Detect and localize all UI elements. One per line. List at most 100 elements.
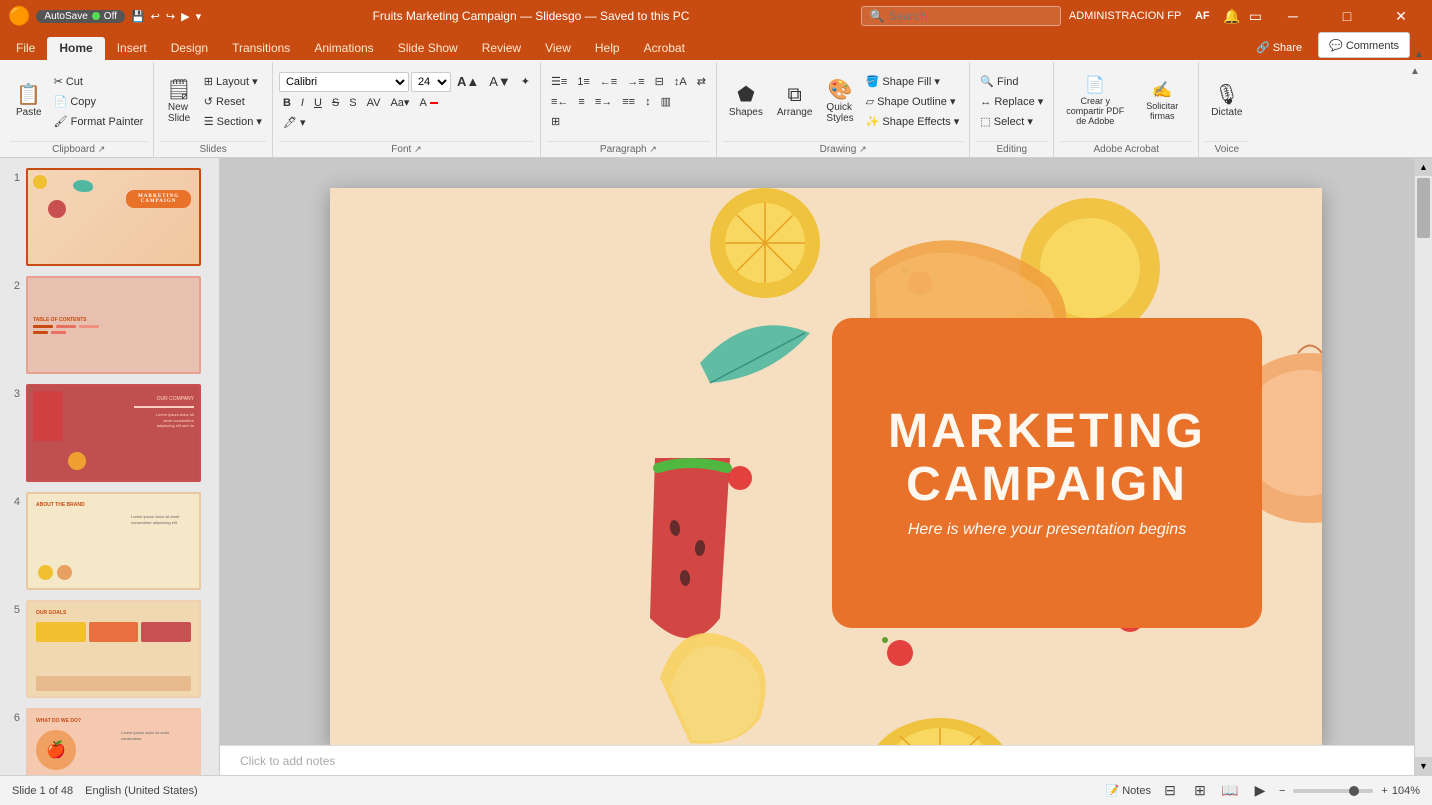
tab-transitions[interactable]: Transitions [220,37,302,60]
font-size-select[interactable]: 24 [411,72,451,92]
tab-insert[interactable]: Insert [105,37,159,60]
tab-slideshow[interactable]: Slide Show [386,37,470,60]
notifications-icon[interactable]: 🔔 [1223,8,1240,25]
ribbon-display-icon[interactable]: ▭ [1249,8,1262,25]
global-search[interactable]: 🔍 [861,6,1061,26]
smart-art-button[interactable]: ⊞ [547,113,564,131]
copy-button[interactable]: 📄 Copy [50,93,148,111]
numbering-button[interactable]: 1≡ [573,73,594,91]
minimize-button[interactable]: ─ [1270,0,1316,32]
ribbon-expand-icon[interactable]: ▲ [1410,62,1428,157]
section-button[interactable]: ☰ Section ▾ [200,113,266,131]
shape-effects-button[interactable]: ✨ Shape Effects ▾ [862,113,964,131]
italic-button[interactable]: I [297,94,308,112]
dictate-button[interactable]: 🎙 Dictate [1205,73,1248,131]
slide-image-6[interactable]: WHAT DO WE DO? 🍎 Lorem ipsum dolor sit a… [26,708,201,775]
increase-font-button[interactable]: A▲ [453,73,483,91]
font-color-button[interactable]: A [415,94,441,112]
request-signatures-button[interactable]: ✍ Solicitar firmas [1132,73,1192,131]
redo-button[interactable]: ↪ [166,10,175,23]
presenter-view-button[interactable]: ▶ [1249,780,1271,802]
slide-thumb-3[interactable]: 3 OUR COMPANY Lorem ipsum dolor sitamet … [4,382,215,484]
underline-button[interactable]: U [310,94,326,112]
columns-button[interactable]: ⊟ [651,73,668,91]
paste-button[interactable]: 📋 Paste [10,73,48,131]
highlight-button[interactable]: 🖊 ▾ [279,114,310,132]
text-direction-button[interactable]: ↕A [670,73,691,91]
tab-design[interactable]: Design [159,37,220,60]
user-avatar[interactable]: AF [1189,3,1215,29]
vertical-scrollbar[interactable]: ▲ ▼ [1414,158,1432,775]
columns2-button[interactable]: ▥ [657,93,675,111]
shape-fill-button[interactable]: 🪣 Shape Fill ▾ [862,73,964,91]
line-spacing-button[interactable]: ↕ [641,93,655,111]
convert-button[interactable]: ⇄ [693,73,710,91]
zoom-slider[interactable] [1293,789,1373,793]
scroll-down-button[interactable]: ▼ [1415,757,1432,775]
create-pdf-button[interactable]: 📄 Crear y compartir PDF de Adobe [1060,73,1130,131]
slide-image-1[interactable]: MARKETINGCAMPAIGN [26,168,201,266]
scroll-track[interactable] [1415,176,1432,757]
ribbon-collapse-button[interactable]: ▲ [1410,49,1428,60]
justify-button[interactable]: ≡≡ [618,93,639,111]
search-input[interactable] [889,9,1029,23]
slide-thumb-2[interactable]: 2 TABLE OF CONTENTS [4,274,215,376]
customize-qat-button[interactable]: ▾ [196,10,202,23]
strikethrough-button[interactable]: S [328,94,343,112]
slide-thumb-5[interactable]: 5 OUR GOALS [4,598,215,700]
decrease-font-button[interactable]: A▼ [485,73,515,91]
select-button[interactable]: ⬚ Select ▾ [976,113,1047,131]
autosave-badge[interactable]: AutoSave Off [36,10,125,23]
align-left-button[interactable]: ≡← [547,93,572,111]
tab-home[interactable]: Home [47,37,104,60]
slide-thumb-6[interactable]: 6 WHAT DO WE DO? 🍎 Lorem ipsum dolor sit… [4,706,215,775]
tab-acrobat[interactable]: Acrobat [632,37,697,60]
reset-button[interactable]: ↺ Reset [200,93,266,111]
notes-button[interactable]: 📝 Notes [1106,784,1151,797]
slide-image-5[interactable]: OUR GOALS [26,600,201,698]
maximize-button[interactable]: □ [1324,0,1370,32]
zoom-out-button[interactable]: − [1279,785,1285,797]
shadow-button[interactable]: S [345,94,360,112]
share-button[interactable]: 🔗 Share [1244,34,1314,60]
slide-sorter-button[interactable]: ⊞ [1189,780,1211,802]
reading-view-button[interactable]: 📖 [1219,780,1241,802]
replace-button[interactable]: ↔ Replace ▾ [976,93,1047,111]
arrange-button[interactable]: ⧉ Arrange [771,73,819,131]
layout-button[interactable]: ⊞ Layout ▾ [200,73,266,91]
quick-styles-button[interactable]: 🎨 QuickStyles [820,73,859,131]
normal-view-button[interactable]: ⊟ [1159,780,1181,802]
zoom-thumb[interactable] [1349,786,1359,796]
align-right-button[interactable]: ≡→ [591,93,616,111]
present-button[interactable]: ▶ [181,10,189,23]
scroll-up-button[interactable]: ▲ [1415,158,1432,176]
new-slide-button[interactable]: 🗒 NewSlide [160,73,197,131]
undo-button[interactable]: ↩ [151,10,160,23]
slide-image-4[interactable]: ABOUT THE BRAND Lorem ipsum dolor sit am… [26,492,201,590]
bullets-button[interactable]: ☰≡ [547,73,571,91]
slide-image-3[interactable]: OUR COMPANY Lorem ipsum dolor sitamet co… [26,384,201,482]
tab-review[interactable]: Review [470,37,533,60]
slide-thumb-4[interactable]: 4 ABOUT THE BRAND Lorem ipsum dolor sit … [4,490,215,592]
increase-indent-button[interactable]: →≡ [623,73,648,91]
decrease-indent-button[interactable]: ←≡ [596,73,621,91]
spacing-button[interactable]: AV [363,94,385,112]
clear-formatting-button[interactable]: ✦ [517,73,534,91]
close-button[interactable]: ✕ [1378,0,1424,32]
slide-image-2[interactable]: TABLE OF CONTENTS [26,276,201,374]
shapes-button[interactable]: ⬟ Shapes [723,73,769,131]
scroll-thumb[interactable] [1417,178,1430,238]
shape-outline-button[interactable]: ▱ Shape Outline ▾ [862,93,964,111]
tab-file[interactable]: File [4,37,47,60]
format-painter-button[interactable]: 🖌 Format Painter [50,113,148,131]
tab-help[interactable]: Help [583,37,632,60]
tab-view[interactable]: View [533,37,583,60]
font-name-select[interactable]: Calibri [279,72,409,92]
case-button[interactable]: Aa▾ [386,94,413,112]
align-center-button[interactable]: ≡ [574,93,588,111]
comments-button[interactable]: 💬 Comments [1318,32,1410,58]
slide-thumb-1[interactable]: 1 MARKETINGCAMPAIGN [4,166,215,268]
cut-button[interactable]: ✂ Cut [50,73,148,91]
find-button[interactable]: 🔍 Find [976,73,1047,91]
tab-animations[interactable]: Animations [302,37,385,60]
